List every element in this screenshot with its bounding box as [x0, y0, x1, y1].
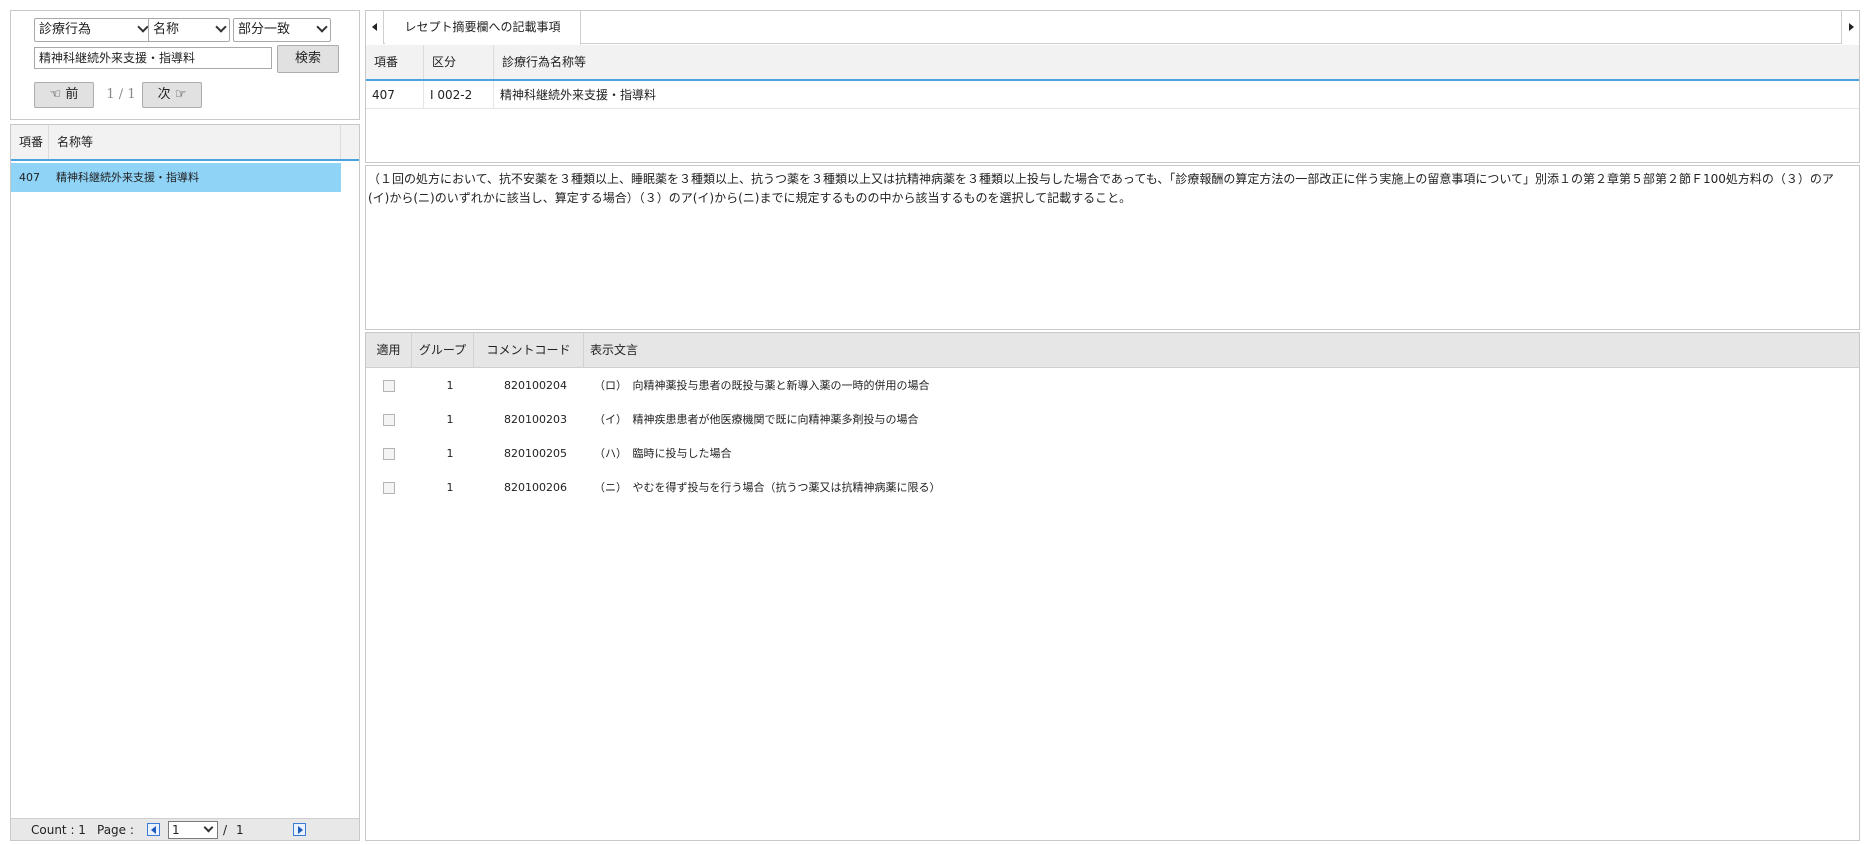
row-text: （ニ） やむを得ず投与を行う場合（抗うつ薬又は抗精神病薬に限る） [594, 481, 941, 494]
description-text: （１回の処方において、抗不安薬を３種類以上、睡眠薬を３種類以上、抗うつ薬を３種類… [365, 165, 1860, 330]
apply-checkbox[interactable] [383, 448, 395, 460]
page-label: Page : [97, 823, 134, 837]
category-select[interactable]: 診療行為 [34, 18, 152, 42]
row-no: 407 [19, 171, 40, 184]
field-select[interactable]: 名称 [148, 18, 230, 42]
row-text: （ロ） 向精神薬投与患者の既投与薬と新導入薬の一時的併用の場合 [594, 379, 930, 392]
table-row[interactable]: 407 精神科継続外来支援・指導料 [11, 163, 341, 192]
chevron-down-icon [137, 21, 149, 33]
result-list-header: 項番 名称等 [11, 125, 359, 161]
category-select-value: 診療行為 [39, 22, 92, 37]
row-code: 820100206 [504, 481, 567, 494]
row-text: （ハ） 臨時に投与した場合 [594, 447, 732, 460]
table-row[interactable]: 1 820100203 （イ） 精神疾患患者が他医療機関で既に向精神薬多剤投与の… [366, 403, 1859, 437]
row-group: 1 [446, 481, 454, 494]
header-group[interactable]: グループ [412, 333, 474, 368]
apply-checkbox[interactable] [383, 414, 395, 426]
chevron-down-icon [316, 21, 328, 33]
field-select-value: 名称 [153, 22, 180, 37]
apply-checkbox[interactable] [383, 380, 395, 392]
chevron-down-icon [203, 822, 214, 833]
page-next-icon[interactable] [293, 823, 306, 836]
match-select[interactable]: 部分一致 [233, 18, 331, 42]
comment-grid-header: 適用 グループ コメントコード 表示文言 [366, 333, 1859, 368]
detail-panel: レセプト摘要欄への記載事項 項番 区分 診療行為名称等 407 I 002-2 … [365, 10, 1860, 163]
tab-scroll-right-icon[interactable] [1841, 11, 1859, 44]
table-row[interactable]: 1 820100206 （ニ） やむを得ず投与を行う場合（抗うつ薬又は抗精神病薬… [366, 471, 1859, 505]
header-item-name[interactable]: 診療行為名称等 [494, 45, 794, 79]
next-button[interactable]: 次 ☞ [142, 82, 202, 108]
prev-button[interactable]: ☜ 前 [34, 82, 94, 108]
page-prev-icon[interactable] [147, 823, 160, 836]
row-code: 820100205 [504, 447, 567, 460]
tab-receipt-notes[interactable]: レセプト摘要欄への記載事項 [385, 11, 581, 45]
header-no[interactable]: 項番 [366, 45, 424, 79]
page-indicator: 1 / 1 [106, 87, 136, 102]
chevron-down-icon [215, 21, 227, 33]
row-kubun: I 002-2 [424, 81, 494, 109]
page-separator: / [223, 823, 228, 837]
row-text: （イ） 精神疾患患者が他医療機関で既に向精神薬多剤投与の場合 [594, 413, 919, 426]
page-select[interactable]: 1 [168, 821, 218, 839]
keyword-input[interactable]: 精神科継続外来支援・指導料 [34, 47, 272, 69]
search-button[interactable]: 検索 [277, 45, 339, 73]
header-name[interactable]: 名称等 [49, 125, 341, 159]
row-no: 407 [366, 81, 424, 109]
table-row[interactable]: 407 I 002-2 精神科継続外来支援・指導料 [366, 81, 1859, 109]
search-panel: 診療行為 名称 部分一致 精神科継続外来支援・指導料 検索 ☜ 前 1 / 1 … [10, 10, 360, 120]
header-apply[interactable]: 適用 [366, 333, 412, 368]
page-select-value: 1 [172, 823, 180, 837]
apply-checkbox[interactable] [383, 482, 395, 494]
row-code: 820100203 [504, 413, 567, 426]
match-select-value: 部分一致 [238, 22, 291, 37]
page-total: 1 [236, 823, 244, 837]
header-display-text[interactable]: 表示文言 [584, 333, 644, 368]
row-group: 1 [446, 447, 454, 460]
row-code: 820100204 [504, 379, 567, 392]
header-no[interactable]: 項番 [11, 125, 49, 159]
table-row[interactable]: 1 820100204 （ロ） 向精神薬投与患者の既投与薬と新導入薬の一時的併用… [366, 369, 1859, 403]
comment-grid: 適用 グループ コメントコード 表示文言 1 820100204 （ロ） 向精神… [365, 332, 1860, 841]
detail-grid-header: 項番 区分 診療行為名称等 [366, 45, 1859, 81]
row-name: 精神科継続外来支援・指導料 [500, 88, 657, 102]
result-list-panel: 項番 名称等 407 精神科継続外来支援・指導料 Count : 1 Page … [10, 124, 360, 841]
pager-bar: Count : 1 Page : 1 / 1 [11, 818, 359, 840]
row-group: 1 [446, 413, 454, 426]
header-comment-code[interactable]: コメントコード [474, 333, 584, 368]
count-text: Count : 1 [31, 823, 86, 837]
table-row[interactable]: 1 820100205 （ハ） 臨時に投与した場合 [366, 437, 1859, 471]
row-group: 1 [446, 379, 454, 392]
tab-scroll-left-icon[interactable] [366, 11, 384, 44]
row-name: 精神科継続外来支援・指導料 [56, 171, 199, 184]
tab-bar: レセプト摘要欄への記載事項 [366, 11, 1859, 45]
header-kubun[interactable]: 区分 [424, 45, 494, 79]
